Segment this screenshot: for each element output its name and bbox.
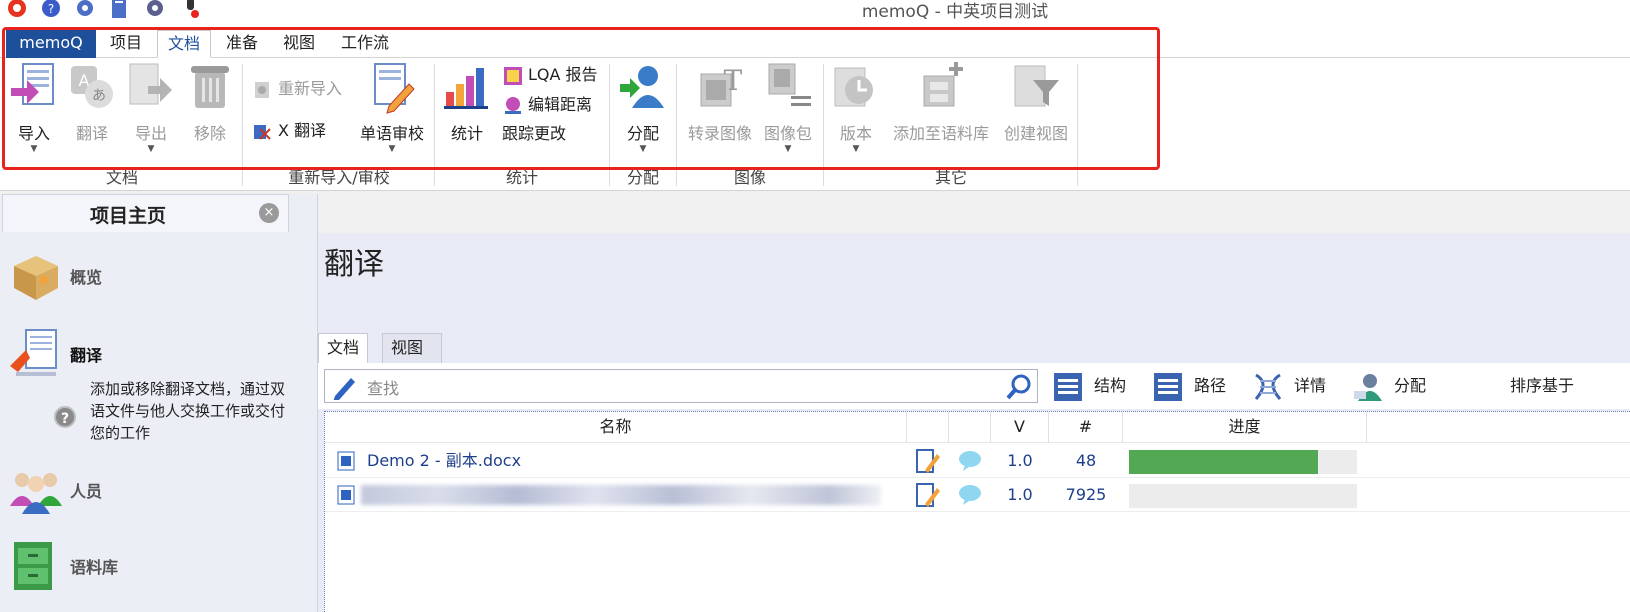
version-cell: 1.0: [1007, 485, 1033, 504]
search-input[interactable]: 查找: [324, 369, 1038, 403]
nav-item-translation[interactable]: 翻译: [8, 326, 308, 386]
path-icon: [1154, 372, 1182, 401]
box-icon: [14, 256, 58, 300]
details-button[interactable]: 详情: [1252, 369, 1326, 403]
assign-toolbar-button[interactable]: 分配: [1352, 369, 1426, 403]
close-icon[interactable]: ×: [259, 203, 279, 223]
pencil-icon: [333, 378, 355, 400]
document-name[interactable]: Demo 2 - 副本.docx: [367, 444, 521, 478]
people-icon: [10, 473, 62, 514]
column-header-comment[interactable]: [949, 412, 991, 442]
edit-icon[interactable]: [915, 482, 941, 508]
project-home-panel: 项目主页 × 概览 翻译 添加或移除翻译文档，通过双语文件与他人交换工作或交付您…: [0, 194, 318, 612]
table-row[interactable]: 1.0 7925: [325, 478, 1630, 512]
assign-user-icon: [1354, 373, 1382, 401]
project-home-title: 项目主页: [89, 205, 166, 227]
translation-description: 添加或移除翻译文档，通过双语文件与他人交换工作或交付您的工作: [90, 380, 286, 442]
column-header-v[interactable]: V: [991, 412, 1049, 442]
page-title: 翻译: [324, 247, 384, 282]
nav-item-corpus[interactable]: 语料库: [8, 538, 308, 598]
table-row[interactable]: Demo 2 - 副本.docx 1.0 48: [325, 444, 1630, 478]
path-button[interactable]: 路径: [1152, 369, 1226, 403]
sort-label[interactable]: 排序基于: [1510, 369, 1574, 403]
nav-item-overview[interactable]: 概览: [8, 248, 308, 308]
count-cell: 7925: [1065, 485, 1107, 504]
structure-button[interactable]: 结构: [1052, 369, 1126, 403]
tab-views-list[interactable]: 视图: [382, 333, 442, 363]
comment-icon[interactable]: [957, 448, 983, 474]
header-divider: [325, 442, 1630, 443]
redacted-document-name: [361, 485, 881, 505]
help-icon[interactable]: ?: [54, 406, 76, 428]
progress-bar: [1129, 450, 1357, 474]
translation-pane: 翻译 文档 视图 查找 结构 路径 详情 分配 排序基于 名称 V # 进度 D…: [318, 233, 1630, 612]
title-bar: ? memoQ - 中英项目测试: [0, 0, 1630, 22]
cabinet-icon: [14, 542, 52, 590]
word-doc-icon: [337, 451, 355, 471]
column-header-name[interactable]: 名称: [325, 412, 907, 442]
documents-icon: [10, 329, 57, 376]
highlight-box: [2, 27, 1160, 170]
count-cell: 48: [1075, 451, 1097, 470]
window-title: memoQ - 中英项目测试: [861, 2, 1049, 22]
word-doc-icon: [337, 485, 355, 505]
progress-bar: [1129, 484, 1357, 508]
project-home-tab[interactable]: 项目主页 ×: [2, 194, 289, 232]
tab-documents-list[interactable]: 文档: [318, 333, 369, 363]
column-header-count[interactable]: #: [1049, 412, 1123, 442]
edit-icon[interactable]: [915, 448, 941, 474]
structure-icon: [1054, 372, 1082, 401]
column-header-edit[interactable]: [907, 412, 949, 442]
comment-icon[interactable]: [957, 482, 983, 508]
details-icon: [1254, 373, 1282, 400]
column-header-progress[interactable]: 进度: [1123, 412, 1367, 442]
nav-item-people[interactable]: 人员: [8, 462, 308, 522]
document-toolbar: 查找 结构 路径 详情 分配 排序基于: [318, 363, 1630, 409]
progress-fill: [1129, 450, 1319, 474]
version-cell: 1.0: [1007, 451, 1033, 470]
search-icon[interactable]: [1005, 373, 1033, 401]
document-table: 名称 V # 进度 Demo 2 - 副本.docx 1.0 48 1.0 79…: [324, 411, 1630, 612]
